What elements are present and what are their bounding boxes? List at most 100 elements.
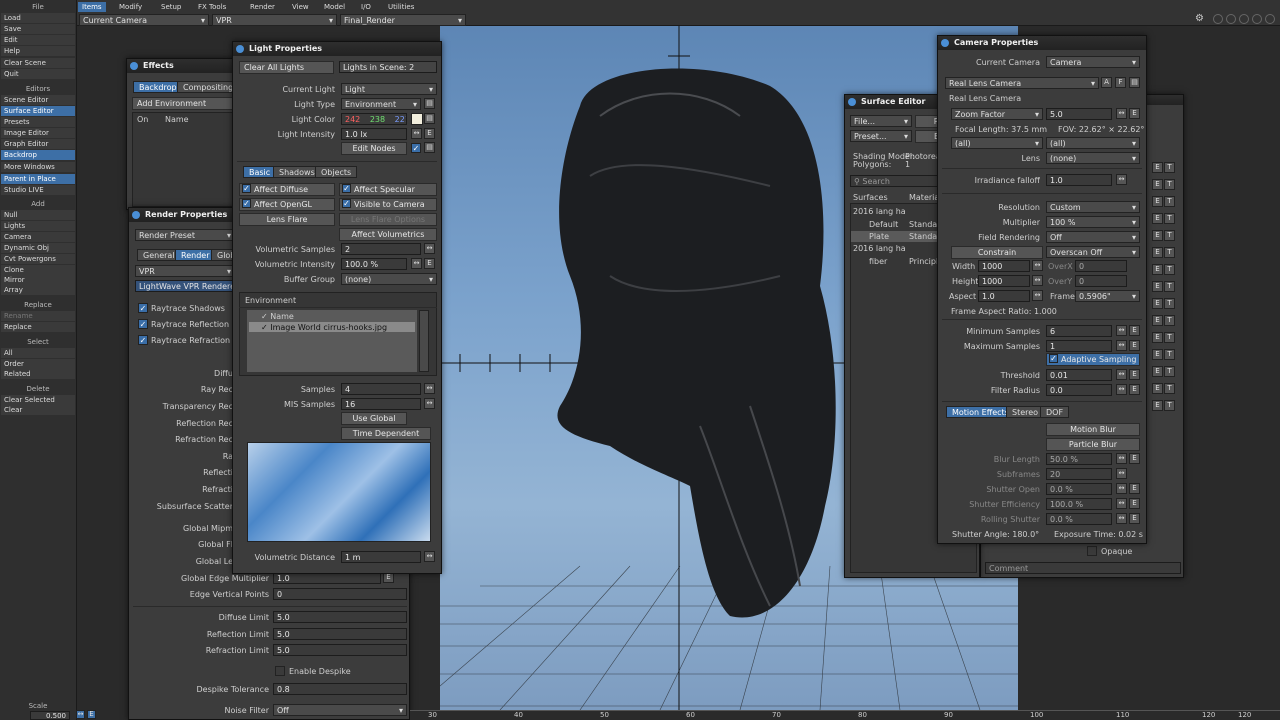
slider-icon[interactable]: ↔ xyxy=(1116,384,1127,395)
envelope-button[interactable]: E xyxy=(1152,162,1163,173)
add-dynamic-obj-button[interactable]: Dynamic Obj xyxy=(1,243,75,253)
height-field[interactable]: 1000 xyxy=(978,275,1030,287)
slider-icon[interactable]: ↔ xyxy=(1116,513,1127,524)
env-scrollbar[interactable] xyxy=(419,310,429,372)
add-lights-button[interactable]: Lights xyxy=(1,221,75,231)
slider-icon[interactable]: ↔ xyxy=(424,243,435,254)
envelope-button[interactable]: E xyxy=(1129,513,1140,524)
key-lock-button[interactable]: ↔ xyxy=(76,710,85,719)
surface-preset-dropdown[interactable]: Preset... xyxy=(850,130,912,142)
slider-icon[interactable]: ↔ xyxy=(1032,260,1043,271)
texture-button[interactable]: T xyxy=(1164,213,1175,224)
affect-opengl-button[interactable]: ✓ Affect OpenGL xyxy=(239,198,335,211)
slider-icon[interactable]: ↔ xyxy=(1116,468,1127,479)
lens-flare-button[interactable]: Lens Flare xyxy=(239,213,335,226)
shutter-efficiency-field[interactable]: 100.0 % xyxy=(1046,498,1112,510)
raytrace-shadows-checkbox[interactable]: ✓ xyxy=(138,303,148,313)
use-global-button[interactable]: Use Global xyxy=(341,412,407,425)
backdrop-button[interactable]: Backdrop xyxy=(1,150,75,160)
slider-icon[interactable]: ↔ xyxy=(411,128,422,139)
slider-icon[interactable]: ↔ xyxy=(1116,108,1127,119)
diffuse-limit-field[interactable]: 5.0 xyxy=(273,611,407,623)
slider-icon[interactable]: ↔ xyxy=(1116,498,1127,509)
blur-length-field[interactable]: 50.0 % xyxy=(1046,453,1112,465)
slider-icon[interactable]: ↔ xyxy=(1116,483,1127,494)
graph-editor-button[interactable]: Graph Editor xyxy=(1,139,75,149)
tab-basic[interactable]: Basic xyxy=(243,166,277,178)
overscan-dropdown[interactable]: Overscan Off xyxy=(1046,246,1140,258)
add-environment-button[interactable]: Add Environment xyxy=(132,97,236,110)
tab-compositing[interactable]: Compositing xyxy=(177,81,237,93)
mirror-button[interactable]: Mirror xyxy=(1,275,75,285)
texture-button[interactable]: T xyxy=(1164,383,1175,394)
texture-button[interactable]: T xyxy=(1164,179,1175,190)
help-icon[interactable] xyxy=(1238,14,1249,24)
add-null-button[interactable]: Null xyxy=(1,210,75,220)
texture-button[interactable]: T xyxy=(1164,196,1175,207)
envelope-button[interactable]: E xyxy=(1152,230,1163,241)
tab-dof[interactable]: DOF xyxy=(1040,406,1070,418)
menu-model[interactable]: Model xyxy=(320,2,349,12)
texture-button[interactable]: T xyxy=(1164,298,1175,309)
texture-button[interactable]: T xyxy=(1164,400,1175,411)
affect-specular-button[interactable]: ✓ Affect Specular xyxy=(339,183,437,196)
envelope-button[interactable]: E xyxy=(1129,384,1140,395)
save-button[interactable]: Save xyxy=(1,24,75,34)
tab-render[interactable]: Render xyxy=(175,249,216,261)
texture-button[interactable]: T xyxy=(1164,349,1175,360)
envelope-button[interactable]: E xyxy=(1152,315,1163,326)
scale-field[interactable]: 0.500 xyxy=(30,711,70,720)
f-button[interactable]: F xyxy=(1115,77,1126,88)
zoom-factor-field[interactable]: 5.0 xyxy=(1046,108,1112,120)
envelope-button[interactable]: E xyxy=(1129,325,1140,336)
edit-button[interactable]: Edit xyxy=(1,35,75,45)
menu-items[interactable]: Items xyxy=(78,2,106,12)
envelope-button[interactable]: E xyxy=(424,128,435,139)
frame-dropdown[interactable]: 0.5906" xyxy=(1075,290,1140,302)
subframes-field[interactable]: 20 xyxy=(1046,468,1112,480)
image-editor-button[interactable]: Image Editor xyxy=(1,128,75,138)
light-intensity-field[interactable]: 1.0 lx xyxy=(341,128,407,140)
noise-filter-dropdown[interactable]: Off xyxy=(273,704,407,716)
envelope-button[interactable]: E xyxy=(1152,383,1163,394)
menu-setup[interactable]: Setup xyxy=(157,2,185,12)
particle-blur-button[interactable]: Particle Blur xyxy=(1046,438,1140,451)
envelope-button[interactable]: E xyxy=(1129,108,1140,119)
cvt-powergons-button[interactable]: Cvt Powergons xyxy=(1,254,75,264)
clipboard-icon[interactable]: ▤ xyxy=(424,98,435,109)
texture-button[interactable]: T xyxy=(1164,247,1175,258)
resolution-dropdown[interactable]: Custom xyxy=(1046,201,1140,213)
add-camera-button[interactable]: Camera xyxy=(1,232,75,242)
tab-shadows[interactable]: Shadows xyxy=(273,166,321,178)
array-button[interactable]: Array xyxy=(1,285,75,295)
texture-button[interactable]: T xyxy=(1164,162,1175,173)
texture-button[interactable]: T xyxy=(1164,230,1175,241)
surface-row[interactable]: 2016 lang ha xyxy=(853,244,908,253)
clone-button[interactable]: Clone xyxy=(1,265,75,275)
light-type-dropdown[interactable]: Environment xyxy=(341,98,421,110)
slider-icon[interactable]: ↔ xyxy=(1032,275,1043,286)
slider-icon[interactable]: ↔ xyxy=(1116,453,1127,464)
fov-preset-dropdown-2[interactable]: (all) xyxy=(1046,137,1140,149)
envelope-button[interactable]: E xyxy=(1152,400,1163,411)
mis-samples-field[interactable]: 16 xyxy=(341,398,421,410)
menu-modify[interactable]: Modify xyxy=(115,2,146,12)
field-rendering-dropdown[interactable]: Off xyxy=(1046,231,1140,243)
clear-scene-button[interactable]: Clear Scene xyxy=(1,58,75,68)
menu-i-o[interactable]: I/O xyxy=(357,2,375,12)
clear-all-lights-button[interactable]: Clear All Lights xyxy=(239,61,334,74)
width-field[interactable]: 1000 xyxy=(978,260,1030,272)
more-windows-button[interactable]: More Windows xyxy=(1,162,75,172)
menu-utilities[interactable]: Utilities xyxy=(384,2,418,12)
surface-row[interactable]: Default xyxy=(869,220,909,229)
aspect-field[interactable]: 1.0 xyxy=(978,290,1030,302)
texture-button[interactable]: T xyxy=(1164,281,1175,292)
sync-icon[interactable] xyxy=(1212,14,1223,24)
tab-objects[interactable]: Objects xyxy=(315,166,358,178)
texture-button[interactable]: T xyxy=(1164,366,1175,377)
surface-editor-button[interactable]: Surface Editor xyxy=(1,106,75,116)
volumetric-distance-field[interactable]: 1 m xyxy=(341,551,421,563)
presets-button[interactable]: Presets xyxy=(1,117,75,127)
scene-editor-button[interactable]: Scene Editor xyxy=(1,95,75,105)
current-camera-dropdown[interactable]: Camera xyxy=(1046,56,1140,68)
